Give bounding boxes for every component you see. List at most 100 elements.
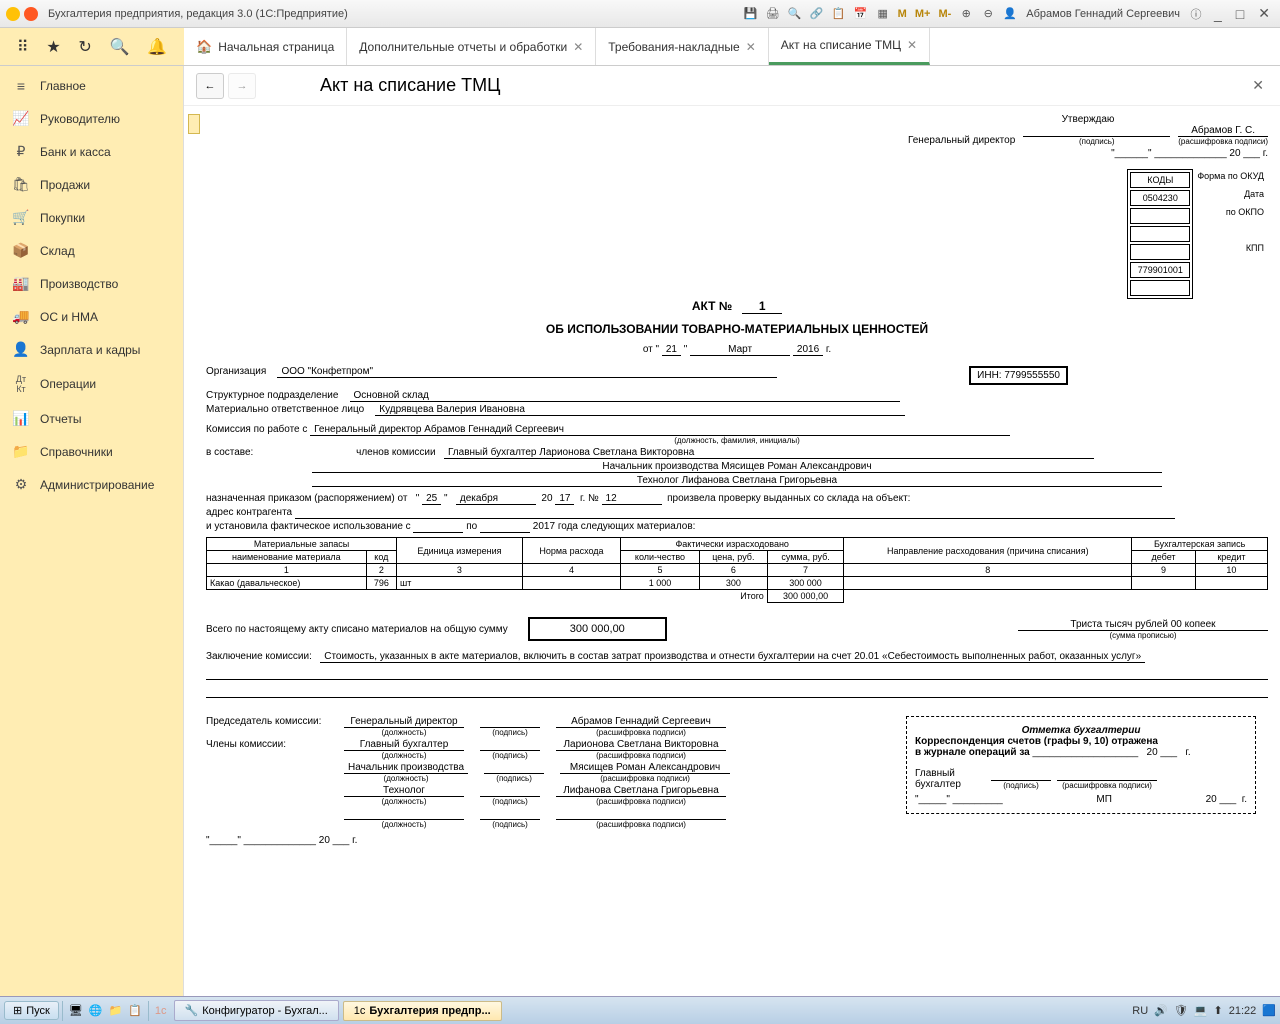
m-plus-btn[interactable]: M+ <box>912 8 934 20</box>
document-area[interactable]: Утверждаю Генеральный директор (подпись)… <box>184 106 1280 996</box>
sidebar-item-hr[interactable]: 👤Зарплата и кадры <box>0 333 183 366</box>
search-icon[interactable]: 🔍 <box>110 37 130 57</box>
minimize-btn[interactable]: _ <box>1208 6 1228 22</box>
maximize-btn[interactable]: □ <box>1230 6 1250 22</box>
cell-price: 300 <box>699 577 767 590</box>
save-icon[interactable]: 💾 <box>741 4 761 24</box>
sidebar-item-reports[interactable]: 📊Отчеты <box>0 402 183 435</box>
grid-icon[interactable]: ▦ <box>873 4 893 24</box>
tray-icon[interactable]: 🟦 <box>1262 1004 1276 1017</box>
task-accounting[interactable]: 1cБухгалтерия предпр... <box>343 1001 502 1021</box>
sidebar-item-manager[interactable]: 📈Руководителю <box>0 102 183 135</box>
th-unit: Единица измерения <box>397 538 523 564</box>
tab-close-icon[interactable]: ✕ <box>746 40 756 54</box>
year-suffix: г. <box>1263 148 1268 159</box>
sum-words-sub: (сумма прописью) <box>1018 631 1268 640</box>
tab-reports[interactable]: Дополнительные отчеты и обработки ✕ <box>347 28 596 65</box>
user-icon: 👤 <box>1000 4 1020 24</box>
total-label: Всего по настоящему акту списано материа… <box>206 624 508 635</box>
tab-act[interactable]: Акт на списание ТМЦ ✕ <box>769 28 930 65</box>
cell-sum: 300 000 <box>767 577 844 590</box>
report-icon: 📊 <box>12 410 30 427</box>
tray-icon[interactable]: 🛡 <box>1174 1004 1188 1017</box>
sidebar-item-operations[interactable]: ДтКт Операции <box>0 366 183 402</box>
sidebar-item-assets[interactable]: 🚚ОС и НМА <box>0 300 183 333</box>
sidebar-item-warehouse[interactable]: 📦Склад <box>0 234 183 267</box>
sidebar-item-bank[interactable]: ₽Банк и касса <box>0 135 183 168</box>
cart-icon: 🛒 <box>12 209 30 226</box>
sidebar-item-production[interactable]: 🏭Производство <box>0 267 183 300</box>
taskbar: ⊞ Пуск 🖥 🌐 📁 📋 1c 🔧Конфигуратор - Бухгал… <box>0 996 1280 1024</box>
sidebar-item-main[interactable]: ≡Главное <box>0 70 183 102</box>
inn-box: ИНН: 7799555550 <box>969 366 1068 385</box>
usage-year: 2017 года следующих материалов: <box>533 521 696 532</box>
tab-close-icon[interactable]: ✕ <box>573 40 583 54</box>
app-icon-1 <box>6 7 20 21</box>
codes-labels: Форма по ОКУД Дата по ОКПО КПП <box>1193 169 1268 277</box>
approve-label: Утверждаю <box>908 114 1268 125</box>
th-name: наименование материала <box>207 551 367 564</box>
cell-code: 796 <box>366 577 396 590</box>
toolstrip: ⠿ ★ ↻ 🔍 🔔 🏠 Начальная страница Дополните… <box>0 28 1280 66</box>
prikaz-no: 12 <box>602 493 662 505</box>
sidebar-item-sales[interactable]: 🛍Продажи <box>0 168 183 201</box>
factory-icon: 🏭 <box>12 275 30 292</box>
acc-note-hdr: Отметка бухгалтерии <box>915 725 1247 736</box>
tab-requirements[interactable]: Требования-накладные ✕ <box>596 28 769 65</box>
m-btn[interactable]: M <box>895 8 910 20</box>
zoom-in-icon[interactable]: ⊕ <box>956 4 976 24</box>
task-configurator[interactable]: 🔧Конфигуратор - Бухгал... <box>174 1000 339 1021</box>
clock[interactable]: 21:22 <box>1229 1005 1257 1017</box>
quick-launch-icon[interactable]: 🌐 <box>86 1004 106 1017</box>
margin-marker <box>188 114 200 134</box>
tray-icon[interactable]: 🔊 <box>1154 1004 1168 1017</box>
start-button[interactable]: ⊞ Пуск <box>4 1001 59 1020</box>
quick-launch-icon[interactable]: 📋 <box>125 1004 145 1017</box>
tab-label: Дополнительные отчеты и обработки <box>359 40 567 54</box>
info-icon[interactable]: ⓘ <box>1186 4 1206 24</box>
sidebar-item-admin[interactable]: ⚙Администрирование <box>0 468 183 501</box>
zakl-text: Стоимость, указанных в акте материалов, … <box>320 651 1145 663</box>
tab-home[interactable]: 🏠 Начальная страница <box>184 28 347 65</box>
sig-sub: (должность) <box>344 774 468 783</box>
table-row: Какао (давальческое) 796 шт 1 000 300 30… <box>207 577 1268 590</box>
member2: Начальник производства Мясищев Роман Але… <box>312 461 1162 473</box>
bell-icon[interactable]: 🔔 <box>147 37 167 57</box>
sidebar-label: Операции <box>40 377 96 391</box>
user-name[interactable]: Абрамов Геннадий Сергеевич <box>1022 8 1184 20</box>
history-icon[interactable]: ↻ <box>78 37 91 57</box>
main: ≡Главное 📈Руководителю ₽Банк и касса 🛍Пр… <box>0 66 1280 996</box>
apps-icon[interactable]: ⠿ <box>17 37 29 57</box>
back-button[interactable]: ← <box>196 73 224 99</box>
content-close-icon[interactable]: ✕ <box>1248 73 1268 98</box>
quick-launch-icon[interactable]: 🖥 <box>66 1004 86 1017</box>
calendar-icon[interactable]: 📅 <box>851 4 871 24</box>
sidebar-item-catalogs[interactable]: 📁Справочники <box>0 435 183 468</box>
folder-icon: 📁 <box>12 443 30 460</box>
lang-indicator[interactable]: RU <box>1132 1005 1148 1017</box>
print-icon[interactable]: 🖨 <box>763 4 783 24</box>
close-btn[interactable]: ✕ <box>1252 5 1276 22</box>
calc-icon[interactable]: 📋 <box>829 4 849 24</box>
total-words: Триста тысяч рублей 00 копеек <box>1018 619 1268 631</box>
m-minus-btn[interactable]: M- <box>935 8 954 20</box>
sidebar-item-purchases[interactable]: 🛒Покупки <box>0 201 183 234</box>
tab-close-icon[interactable]: ✕ <box>907 38 917 52</box>
preds-label: Председатель комиссии: <box>206 716 336 727</box>
ruble-icon: ₽ <box>12 143 30 160</box>
usage-label: и установила фактическое использование с <box>206 521 411 532</box>
dtkt-icon: ДтКт <box>12 374 30 394</box>
tray-icon[interactable]: 💻 <box>1194 1004 1208 1017</box>
preview-icon[interactable]: 🔍 <box>785 4 805 24</box>
quick-launch-1c-icon[interactable]: 1c <box>152 1005 170 1017</box>
okpo-label: по ОКПО <box>1193 205 1268 223</box>
zoom-out-icon[interactable]: ⊖ <box>978 4 998 24</box>
bag-icon: 🛍 <box>12 176 30 193</box>
tray-icon[interactable]: ⬆ <box>1214 1004 1223 1017</box>
forward-button[interactable]: → <box>228 73 256 99</box>
link-icon[interactable]: 🔗 <box>807 4 827 24</box>
star-icon[interactable]: ★ <box>46 37 60 57</box>
materials-table: Материальные запасы Единица измерения Но… <box>206 537 1268 603</box>
sig-name: Лифанова Светлана Григорьевна <box>556 785 726 797</box>
quick-launch-icon[interactable]: 📁 <box>106 1004 126 1017</box>
